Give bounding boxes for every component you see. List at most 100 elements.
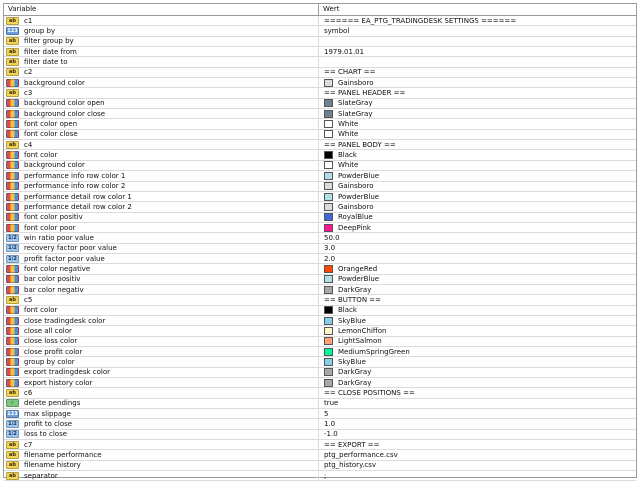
value-cell[interactable]: White <box>319 161 636 172</box>
value-cell[interactable]: PowderBlue <box>319 171 636 182</box>
value-cell[interactable]: Black <box>319 306 636 316</box>
variable-cell[interactable]: performance info row color 2 <box>4 181 319 192</box>
table-row[interactable]: background color Gainsboro <box>4 78 636 89</box>
table-row[interactable]: close loss color LightSalmon <box>4 336 636 347</box>
table-row[interactable]: ab c5 == BUTTON == <box>4 295 636 306</box>
value-cell[interactable]: 3.0 <box>319 244 636 254</box>
value-cell[interactable]: LightSalmon <box>319 337 636 347</box>
table-row[interactable]: font color positiv RoyalBlue <box>4 212 636 223</box>
variable-cell[interactable]: close all color <box>4 326 319 337</box>
table-row[interactable]: group by color SkyBlue <box>4 357 636 368</box>
table-row[interactable]: ab filename history ptg_history.csv <box>4 460 636 472</box>
variable-cell[interactable]: ab c3 <box>4 88 319 99</box>
value-cell[interactable]: PowderBlue <box>319 275 636 285</box>
variable-cell[interactable]: close profit color <box>4 347 319 358</box>
value-cell[interactable]: -1.0 <box>319 430 636 441</box>
variable-cell[interactable]: font color open <box>4 119 319 130</box>
variable-cell[interactable]: 1/2 loss to close <box>4 429 319 441</box>
variable-cell[interactable]: 123 max slippage <box>4 409 319 420</box>
table-row[interactable]: performance detail row color 2 Gainsboro <box>4 202 636 213</box>
value-cell[interactable]: DeepPink <box>319 223 636 234</box>
value-cell[interactable]: == CHART == <box>319 68 636 79</box>
value-cell[interactable]: ptg_performance.csv <box>319 450 636 461</box>
variable-cell[interactable]: group by color <box>4 357 319 368</box>
column-header-value[interactable]: Wert <box>319 4 339 15</box>
variable-cell[interactable]: close tradingdesk color <box>4 315 319 327</box>
value-cell[interactable]: == EXPORT == <box>319 440 636 451</box>
table-row[interactable]: ab filter date from 1979.01.01 <box>4 47 636 58</box>
table-row[interactable]: close tradingdesk color SkyBlue <box>4 315 636 327</box>
table-row[interactable]: font color negative OrangeRed <box>4 264 636 275</box>
table-row[interactable]: close profit color MediumSpringGreen <box>4 347 636 358</box>
value-cell[interactable]: OrangeRed <box>319 264 636 275</box>
table-row[interactable]: font color poor DeepPink <box>4 222 636 234</box>
table-row[interactable]: font color close White <box>4 129 636 141</box>
value-cell[interactable]: Gainsboro <box>319 78 636 89</box>
variable-cell[interactable]: font color close <box>4 129 319 141</box>
variable-cell[interactable]: export tradingdesk color <box>4 367 319 379</box>
variable-cell[interactable]: ab c1 <box>4 16 319 27</box>
variable-cell[interactable]: 1/2 recovery factor poor value <box>4 243 319 254</box>
variable-cell[interactable]: background color <box>4 78 319 89</box>
value-cell[interactable]: == PANEL HEADER == <box>319 88 636 99</box>
table-row[interactable]: ab filename performance ptg_performance.cs… <box>4 450 636 461</box>
table-row[interactable]: ab filter group by <box>4 36 636 48</box>
variable-cell[interactable]: bar color negativ <box>4 284 319 296</box>
table-row[interactable]: background color open SlateGray <box>4 98 636 110</box>
value-cell[interactable]: 50.0 <box>319 233 636 244</box>
value-cell[interactable]: White <box>319 130 636 141</box>
table-row[interactable]: bar color positiv PowderBlue <box>4 274 636 285</box>
value-cell[interactable]: == BUTTON == <box>319 295 636 306</box>
variable-cell[interactable]: ab c6 <box>4 388 319 399</box>
variable-cell[interactable]: font color <box>4 305 319 316</box>
variable-cell[interactable]: ab filter date to <box>4 57 319 68</box>
variable-cell[interactable]: ab filename performance <box>4 450 319 461</box>
variable-cell[interactable]: ✓ delete pendings <box>4 398 319 410</box>
table-row[interactable]: close all color LemonChiffon <box>4 326 636 337</box>
value-cell[interactable]: LemonChiffon <box>319 326 636 337</box>
value-cell[interactable]: == CLOSE POSITIONS == <box>319 388 636 399</box>
variable-cell[interactable]: background color <box>4 160 319 172</box>
value-cell[interactable]: 2.0 <box>319 254 636 265</box>
variable-cell[interactable]: 1/2 profit to close <box>4 419 319 430</box>
table-row[interactable]: performance info row color 1 PowderBlue <box>4 171 636 182</box>
value-cell[interactable]: ====== EA_PTG_TRADINGDESK SETTINGS =====… <box>319 16 636 27</box>
table-row[interactable]: export tradingdesk color DarkGray <box>4 367 636 379</box>
value-cell[interactable]: SkyBlue <box>319 357 636 368</box>
variable-cell[interactable]: performance detail row color 1 <box>4 191 319 203</box>
table-row[interactable]: ✓ delete pendings true <box>4 398 636 410</box>
table-row[interactable]: ab c4 == PANEL BODY == <box>4 140 636 151</box>
variable-cell[interactable]: performance info row color 1 <box>4 171 319 182</box>
value-cell[interactable] <box>319 37 636 48</box>
table-row[interactable]: background color close SlateGray <box>4 109 636 120</box>
variable-cell[interactable]: ab c2 <box>4 67 319 79</box>
table-row[interactable]: ab c3 == PANEL HEADER == <box>4 88 636 99</box>
table-row[interactable]: ab c6 == CLOSE POSITIONS == <box>4 388 636 399</box>
table-row[interactable]: performance detail row color 1 PowderBlue <box>4 191 636 203</box>
value-cell[interactable]: DarkGray <box>319 368 636 379</box>
value-cell[interactable]: Gainsboro <box>319 202 636 213</box>
variable-cell[interactable]: ab c5 <box>4 295 319 306</box>
table-row[interactable]: 1/2 loss to close -1.0 <box>4 429 636 441</box>
value-cell[interactable]: 1.0 <box>319 419 636 430</box>
table-row[interactable]: 1/2 profit to close 1.0 <box>4 419 636 430</box>
column-header-variable[interactable]: Variable <box>4 4 319 15</box>
value-cell[interactable]: RoyalBlue <box>319 213 636 223</box>
variable-cell[interactable]: close loss color <box>4 336 319 347</box>
table-row[interactable]: font color Black <box>4 150 636 161</box>
table-row[interactable]: bar color negativ DarkGray <box>4 284 636 296</box>
variable-cell[interactable]: performance detail row color 2 <box>4 202 319 213</box>
value-cell[interactable]: SkyBlue <box>319 316 636 327</box>
value-cell[interactable]: Black <box>319 150 636 161</box>
variable-cell[interactable]: background color open <box>4 98 319 110</box>
table-row[interactable]: 1/2 profit factor poor value 2.0 <box>4 253 636 265</box>
table-row[interactable]: ab c1 ====== EA_PTG_TRADINGDESK SETTINGS =… <box>4 16 636 27</box>
value-cell[interactable]: symbol <box>319 26 636 37</box>
table-row[interactable]: background color White <box>4 160 636 172</box>
variable-cell[interactable]: font color <box>4 150 319 161</box>
variable-cell[interactable]: ab c4 <box>4 140 319 151</box>
table-row[interactable]: 123 max slippage 5 <box>4 409 636 420</box>
value-cell[interactable]: 1979.01.01 <box>319 47 636 58</box>
table-row[interactable]: ab c2 == CHART == <box>4 67 636 79</box>
table-row[interactable]: export history color DarkGray <box>4 378 636 389</box>
